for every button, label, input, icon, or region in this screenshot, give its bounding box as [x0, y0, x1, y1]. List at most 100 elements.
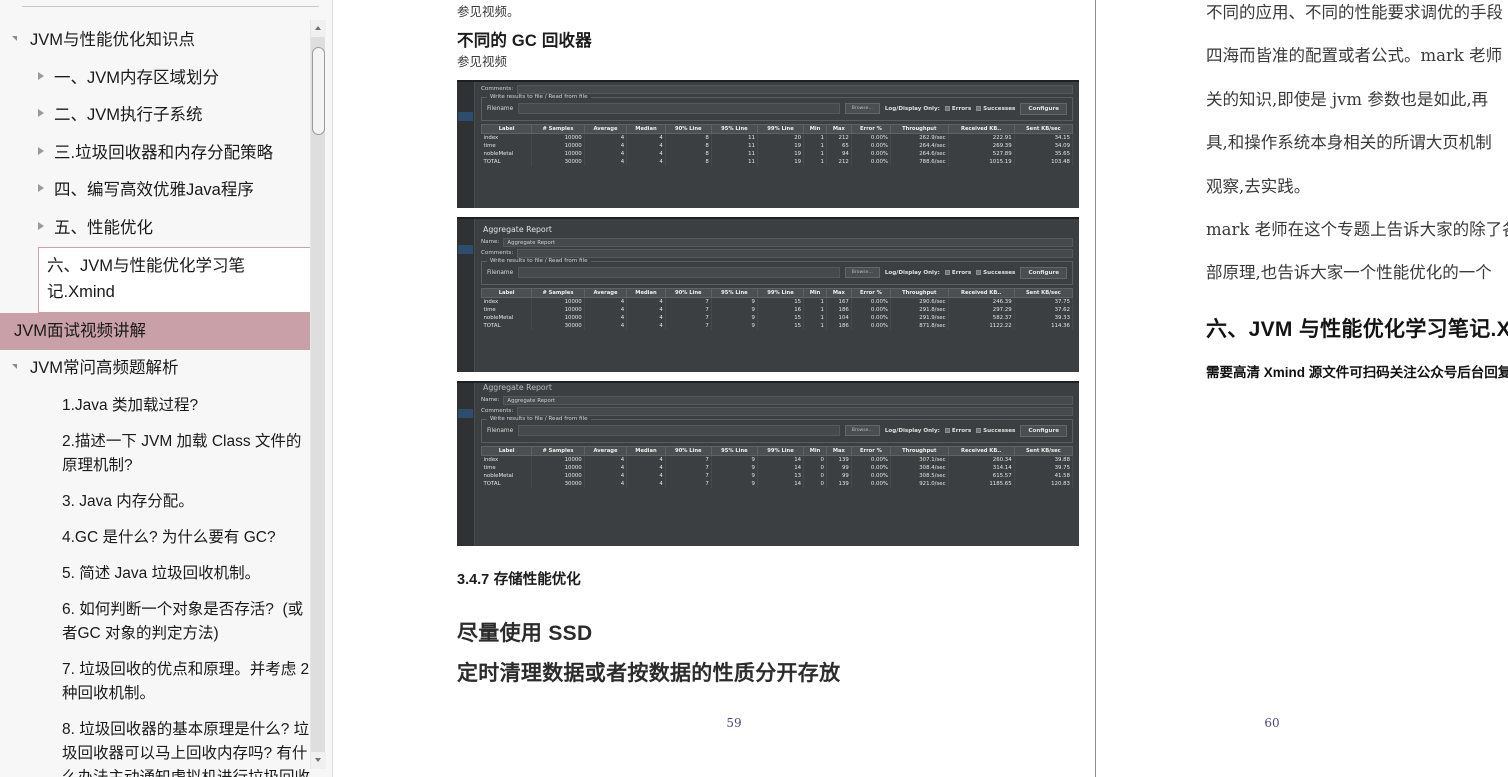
column-header[interactable]: Error %: [850, 287, 892, 298]
column-header[interactable]: Median: [626, 287, 666, 298]
successes-checkbox-wrap[interactable]: Successes: [976, 106, 1015, 112]
column-header[interactable]: Received KB..: [947, 445, 1015, 456]
configure-button[interactable]: Configure: [1020, 266, 1067, 279]
column-header[interactable]: Error %: [850, 445, 892, 456]
column-header[interactable]: 95% Line: [710, 445, 758, 456]
filename-input[interactable]: [518, 267, 840, 278]
column-header[interactable]: Max: [825, 287, 852, 298]
column-header[interactable]: 90% Line: [664, 287, 712, 298]
outline-item-4[interactable]: 四、编写高效优雅Java程序: [0, 172, 333, 210]
column-header[interactable]: Throughput: [890, 445, 949, 456]
outline-item-2[interactable]: 二、JVM执行子系统: [0, 97, 333, 135]
configure-button[interactable]: Configure: [1020, 102, 1067, 115]
checkbox-icon[interactable]: [976, 106, 982, 111]
column-header[interactable]: Max: [825, 445, 852, 456]
successes-checkbox-wrap[interactable]: Successes: [976, 428, 1015, 434]
browse-button[interactable]: Browse...: [844, 267, 880, 278]
table-row[interactable]: time 10000 4 4 7 9 16 1 186 0.00% 291.8/sec 297.29 3…: [481, 305, 1074, 314]
page-number-right: 60: [1264, 716, 1280, 730]
checkbox-icon[interactable]: [976, 428, 982, 433]
outline-item-15[interactable]: 7. 垃圾回收的优点和原理。并考虑 2 种回收机制。: [0, 652, 333, 712]
successes-checkbox-wrap[interactable]: Successes: [976, 270, 1015, 276]
outline-item-8[interactable]: JVM常问高频题解析: [0, 350, 333, 388]
column-header[interactable]: Label: [480, 287, 533, 298]
browse-button[interactable]: Browse...: [844, 425, 880, 436]
column-header[interactable]: # Samples: [531, 287, 585, 298]
name-input[interactable]: Aggregate Report: [503, 237, 1073, 247]
column-header[interactable]: 90% Line: [664, 445, 712, 456]
column-header[interactable]: 99% Line: [756, 445, 805, 456]
outline-item-9[interactable]: 1.Java 类加载过程?: [0, 388, 333, 424]
table-row[interactable]: TOTAL 30000 4 4 7 9 14 0 139 0.00% 921.0/sec 1185.6…: [481, 479, 1074, 488]
outline-item-10[interactable]: 2.描述一下 JVM 加载 Class 文件的原理机制?: [0, 424, 333, 484]
table-row[interactable]: nobleMetal 10000 4 4 7 9 15 1 104 0.00% 291.9/sec 5…: [481, 313, 1074, 322]
outline-item-5[interactable]: 五、性能优化: [0, 210, 333, 248]
sidebar-scrollbar[interactable]: [310, 20, 326, 769]
errors-checkbox-wrap[interactable]: Errors: [944, 428, 971, 434]
column-header[interactable]: 95% Line: [710, 287, 758, 298]
table-row[interactable]: index 10000 4 4 8 11 20 1 212 0.00% 262.9/sec 222.9…: [481, 133, 1074, 142]
configure-button[interactable]: Configure: [1020, 424, 1067, 437]
checkbox-icon[interactable]: [944, 428, 950, 433]
column-header[interactable]: Received KB..: [947, 123, 1015, 134]
errors-checkbox-wrap[interactable]: Errors: [944, 270, 971, 276]
table-row[interactable]: time 10000 4 4 8 11 19 1 65 0.00% 264.4/sec 269.39 3…: [481, 141, 1074, 150]
table-row[interactable]: TOTAL 30000 4 4 7 9 15 1 186 0.00% 871.8/sec 1122.2…: [481, 321, 1074, 330]
column-header[interactable]: Received KB..: [947, 287, 1015, 298]
column-header[interactable]: Median: [626, 123, 666, 134]
column-header[interactable]: Sent KB/sec: [1013, 123, 1074, 134]
outline-item-3[interactable]: 三.垃圾回收器和内存分配策略: [0, 135, 333, 173]
column-header[interactable]: Average: [583, 287, 628, 298]
checkbox-icon[interactable]: [944, 270, 950, 275]
column-header[interactable]: Min: [803, 445, 827, 456]
column-header[interactable]: Sent KB/sec: [1013, 287, 1074, 298]
browse-button[interactable]: Browse...: [844, 103, 880, 114]
outline-item-12[interactable]: 4.GC 是什么? 为什么要有 GC?: [0, 520, 333, 556]
scroll-up-arrow-icon[interactable]: [311, 20, 326, 37]
filename-input[interactable]: [518, 425, 840, 436]
column-header[interactable]: 99% Line: [756, 123, 805, 134]
column-header[interactable]: Max: [825, 123, 852, 134]
column-header[interactable]: Min: [803, 287, 827, 298]
column-header[interactable]: 95% Line: [710, 123, 758, 134]
column-header[interactable]: Label: [480, 445, 533, 456]
column-header[interactable]: Average: [583, 123, 628, 134]
column-header[interactable]: Min: [803, 123, 827, 134]
outline-item-16[interactable]: 8. 垃圾回收器的基本原理是什么? 垃圾回收器可以马上回收内存吗? 有什么办法主…: [0, 712, 333, 777]
checkbox-icon[interactable]: [944, 106, 950, 111]
column-header[interactable]: Throughput: [890, 123, 949, 134]
column-header[interactable]: Average: [583, 445, 628, 456]
outline-item-7[interactable]: JVM面试视频讲解: [0, 312, 313, 351]
table-row[interactable]: nobleMetal 10000 4 4 8 11 19 1 94 0.00% 264.6/sec 5…: [481, 149, 1074, 158]
name-input[interactable]: Aggregate Report: [503, 395, 1073, 405]
outline-item-13[interactable]: 5. 简述 Java 垃圾回收机制。: [0, 556, 333, 592]
comments-input[interactable]: [517, 248, 1073, 258]
outline-item-1[interactable]: 一、JVM内存区域划分: [0, 60, 333, 98]
table-row[interactable]: time 10000 4 4 7 9 14 0 99 0.00% 308.4/sec 314.14 39…: [481, 463, 1074, 472]
errors-checkbox-wrap[interactable]: Errors: [944, 106, 971, 112]
scroll-down-arrow-icon[interactable]: [311, 752, 326, 769]
column-header[interactable]: 90% Line: [664, 123, 712, 134]
comments-input[interactable]: [517, 406, 1073, 416]
column-header[interactable]: Throughput: [890, 287, 949, 298]
column-header[interactable]: Error %: [850, 123, 892, 134]
table-row[interactable]: index 10000 4 4 7 9 14 0 139 0.00% 307.1/sec 260.34…: [481, 455, 1074, 464]
column-header[interactable]: Sent KB/sec: [1013, 445, 1074, 456]
outline-item-11[interactable]: 3. Java 内存分配。: [0, 484, 333, 520]
outline-item-6[interactable]: 六、JVM与性能优化学习笔记.Xmind: [38, 247, 313, 313]
comments-input[interactable]: [517, 84, 1073, 94]
table-row[interactable]: index 10000 4 4 7 9 15 1 167 0.00% 290.6/sec 246.39…: [481, 297, 1074, 306]
table-cell: 0: [803, 463, 827, 472]
table-row[interactable]: nobleMetal 10000 4 4 7 9 13 0 99 0.00% 308.5/sec 61…: [481, 471, 1074, 480]
column-header[interactable]: # Samples: [531, 123, 585, 134]
checkbox-icon[interactable]: [976, 270, 982, 275]
outline-item-0[interactable]: JVM与性能优化知识点: [0, 22, 333, 60]
table-row[interactable]: TOTAL 30000 4 4 8 11 19 1 212 0.00% 788.6/sec 1015.…: [481, 157, 1074, 166]
filename-input[interactable]: [518, 103, 840, 114]
sidebar-scrollbar-thumb[interactable]: [312, 47, 325, 135]
column-header[interactable]: # Samples: [531, 445, 585, 456]
column-header[interactable]: Label: [480, 123, 533, 134]
outline-item-14[interactable]: 6. 如何判断一个对象是否存活? (或者GC 对象的判定方法): [0, 592, 333, 652]
column-header[interactable]: Median: [626, 445, 666, 456]
column-header[interactable]: 99% Line: [756, 287, 805, 298]
